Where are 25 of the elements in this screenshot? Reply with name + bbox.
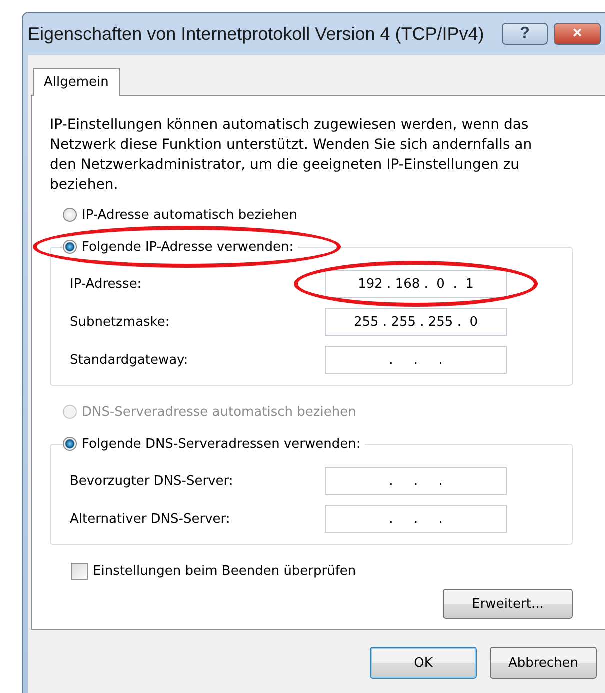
radio-label[interactable]: Folgende IP-Adresse verwenden: xyxy=(82,240,294,254)
radio-label[interactable]: IP-Adresse automatisch beziehen xyxy=(82,208,298,222)
ip-address-field[interactable]: 255 . 255 . 255 . 0 xyxy=(325,308,507,336)
ip-address-field[interactable]: . . . xyxy=(325,505,507,533)
advanced-button[interactable]: Erweitert... xyxy=(443,589,573,619)
ip-address-field[interactable]: 192 . 168 . 0 . 1 xyxy=(325,270,507,298)
radio-button[interactable] xyxy=(63,437,77,451)
checkbox[interactable] xyxy=(71,562,88,580)
field-label: Bevorzugter DNS-Server: xyxy=(70,474,234,488)
radio-button[interactable] xyxy=(63,240,77,254)
field-label: Alternativer DNS-Server: xyxy=(70,512,232,526)
radio-button[interactable] xyxy=(63,208,77,222)
tab[interactable]: Allgemein xyxy=(33,68,120,96)
help-button[interactable]: ? xyxy=(502,23,548,45)
radio-label[interactable]: Folgende DNS-Serveradressen verwenden: xyxy=(82,436,361,452)
field-label: Subnetzmaske: xyxy=(70,314,171,330)
checkbox-label[interactable]: Einstellungen beim Beenden überprüfen xyxy=(93,564,356,578)
window-title: Eigenschaften von Internetprotokoll Version 4 (TCP/IPv4) xyxy=(28,24,486,44)
description-text: IP-Einstellungen können automatisch zugewiesen werden, wenn das Netzwerk diese Funktion unterstützt. Wenden Sie sich andernfalls an den Netzwerkadministrator, um die geeigneten IP-Einstellungen zu beziehen. xyxy=(50,116,534,195)
field-label: Standardgateway: xyxy=(70,352,190,368)
field-label: IP-Adresse: xyxy=(70,276,143,292)
ip-address-field[interactable]: . . . xyxy=(325,346,507,374)
ip-address-field[interactable]: . . . xyxy=(325,467,507,495)
dialog-button[interactable]: OK xyxy=(370,647,477,679)
dialog-button[interactable]: Abbrechen xyxy=(490,647,597,679)
